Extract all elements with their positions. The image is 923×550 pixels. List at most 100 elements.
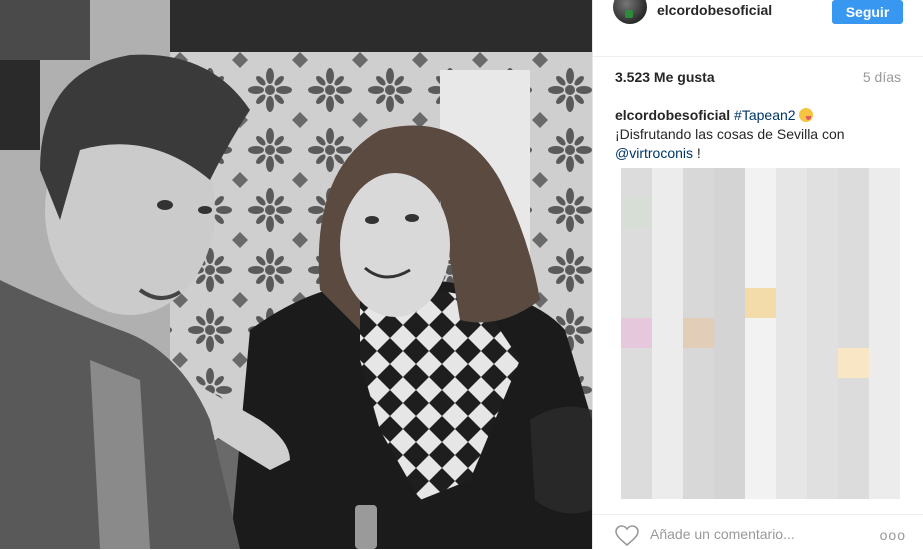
blurred-tile: [652, 228, 683, 259]
blurred-tile: [683, 228, 714, 259]
caption-username[interactable]: elcordobesoficial: [615, 107, 730, 123]
comment-bar: Añade un comentario... ooo: [593, 514, 923, 550]
blurred-tile: [776, 438, 807, 469]
photo-illustration: [0, 0, 592, 549]
blurred-tile: [745, 168, 776, 199]
blurred-tile: [869, 468, 900, 499]
blurred-tile: [838, 288, 869, 319]
blurred-tile: [714, 318, 745, 349]
blurred-tile: [838, 408, 869, 439]
blurred-tile: [652, 258, 683, 289]
blurred-tile: [745, 288, 776, 319]
blurred-tile: [745, 378, 776, 409]
blurred-tile: [714, 198, 745, 229]
blurred-tile: [776, 198, 807, 229]
blurred-tile: [652, 408, 683, 439]
blurred-tile: [869, 258, 900, 289]
blurred-tile: [838, 378, 869, 409]
blurred-tile: [621, 258, 652, 289]
blurred-tile: [838, 438, 869, 469]
blurred-tile: [621, 228, 652, 259]
blurred-tile: [838, 168, 869, 199]
blurred-tile: [745, 348, 776, 379]
blurred-tile: [621, 288, 652, 319]
blurred-tile: [776, 318, 807, 349]
blurred-tile: [776, 468, 807, 499]
likes-count[interactable]: 3.523 Me gusta: [615, 69, 715, 85]
username-link[interactable]: elcordobesoficial: [657, 2, 772, 18]
pixelated-comments: [621, 168, 900, 499]
blurred-tile: [838, 198, 869, 229]
blurred-tile: [776, 258, 807, 289]
blurred-tile: [683, 288, 714, 319]
blurred-tile: [683, 318, 714, 349]
blurred-tile: [838, 348, 869, 379]
blurred-tile: [714, 228, 745, 259]
follow-button[interactable]: Seguir: [832, 0, 903, 24]
blurred-tile: [869, 348, 900, 379]
blurred-tile: [745, 198, 776, 229]
blurred-tile: [621, 408, 652, 439]
heart-icon[interactable]: [615, 525, 639, 547]
blurred-tile: [838, 258, 869, 289]
blurred-tile: [652, 318, 683, 349]
caption-hashtag[interactable]: #Tapean2: [734, 107, 796, 123]
blurred-tile: [776, 378, 807, 409]
blurred-tile: [745, 318, 776, 349]
blurred-tile: [807, 378, 838, 409]
blurred-tile: [869, 408, 900, 439]
blurred-tile: [807, 228, 838, 259]
post-time[interactable]: 5 días: [863, 69, 901, 85]
blurred-tile: [621, 348, 652, 379]
blurred-tile: [869, 198, 900, 229]
post-caption: elcordobesoficial #Tapean2 ¡Disfrutando …: [615, 106, 905, 163]
blurred-tile: [714, 378, 745, 409]
blurred-tile: [683, 168, 714, 199]
blurred-tile: [776, 168, 807, 199]
blurred-tile: [621, 198, 652, 229]
blurred-tile: [683, 258, 714, 289]
blurred-tile: [745, 408, 776, 439]
more-options-icon[interactable]: ooo: [880, 527, 906, 543]
blurred-tile: [807, 198, 838, 229]
blurred-tile: [714, 408, 745, 439]
avatar[interactable]: [613, 0, 647, 24]
blurred-tile: [807, 318, 838, 349]
blurred-tile: [776, 348, 807, 379]
post-header: elcordobesoficial Seguir: [593, 0, 923, 57]
post-sidebar: elcordobesoficial Seguir 3.523 Me gusta …: [592, 0, 923, 549]
blurred-tile: [683, 378, 714, 409]
blurred-tile: [652, 378, 683, 409]
blurred-tile: [745, 468, 776, 499]
blurred-tile: [776, 408, 807, 439]
blurred-tile: [807, 468, 838, 499]
blurred-tile: [714, 468, 745, 499]
blurred-tile: [621, 318, 652, 349]
blurred-tile: [621, 438, 652, 469]
emoji-icon: [799, 108, 814, 122]
blurred-tile: [652, 288, 683, 319]
blurred-tile: [652, 168, 683, 199]
blurred-tile: [621, 168, 652, 199]
blurred-tile: [745, 228, 776, 259]
blurred-tile: [714, 288, 745, 319]
avatar-decoration: [625, 10, 633, 18]
blurred-tile: [683, 348, 714, 379]
caption-text: ¡Disfrutando las cosas de Sevilla con: [615, 126, 845, 142]
blurred-tile: [683, 468, 714, 499]
blurred-tile: [869, 228, 900, 259]
post-photo[interactable]: [0, 0, 592, 549]
blurred-tile: [714, 168, 745, 199]
comment-input[interactable]: Añade un comentario...: [650, 526, 795, 542]
blurred-tile: [652, 348, 683, 379]
blurred-tile: [869, 378, 900, 409]
blurred-tile: [745, 438, 776, 469]
blurred-tile: [745, 258, 776, 289]
blurred-tile: [838, 468, 869, 499]
caption-mention[interactable]: @virtroconis: [615, 145, 693, 161]
blurred-tile: [714, 348, 745, 379]
blurred-tile: [621, 378, 652, 409]
blurred-tile: [807, 288, 838, 319]
blurred-tile: [807, 168, 838, 199]
blurred-tile: [776, 288, 807, 319]
